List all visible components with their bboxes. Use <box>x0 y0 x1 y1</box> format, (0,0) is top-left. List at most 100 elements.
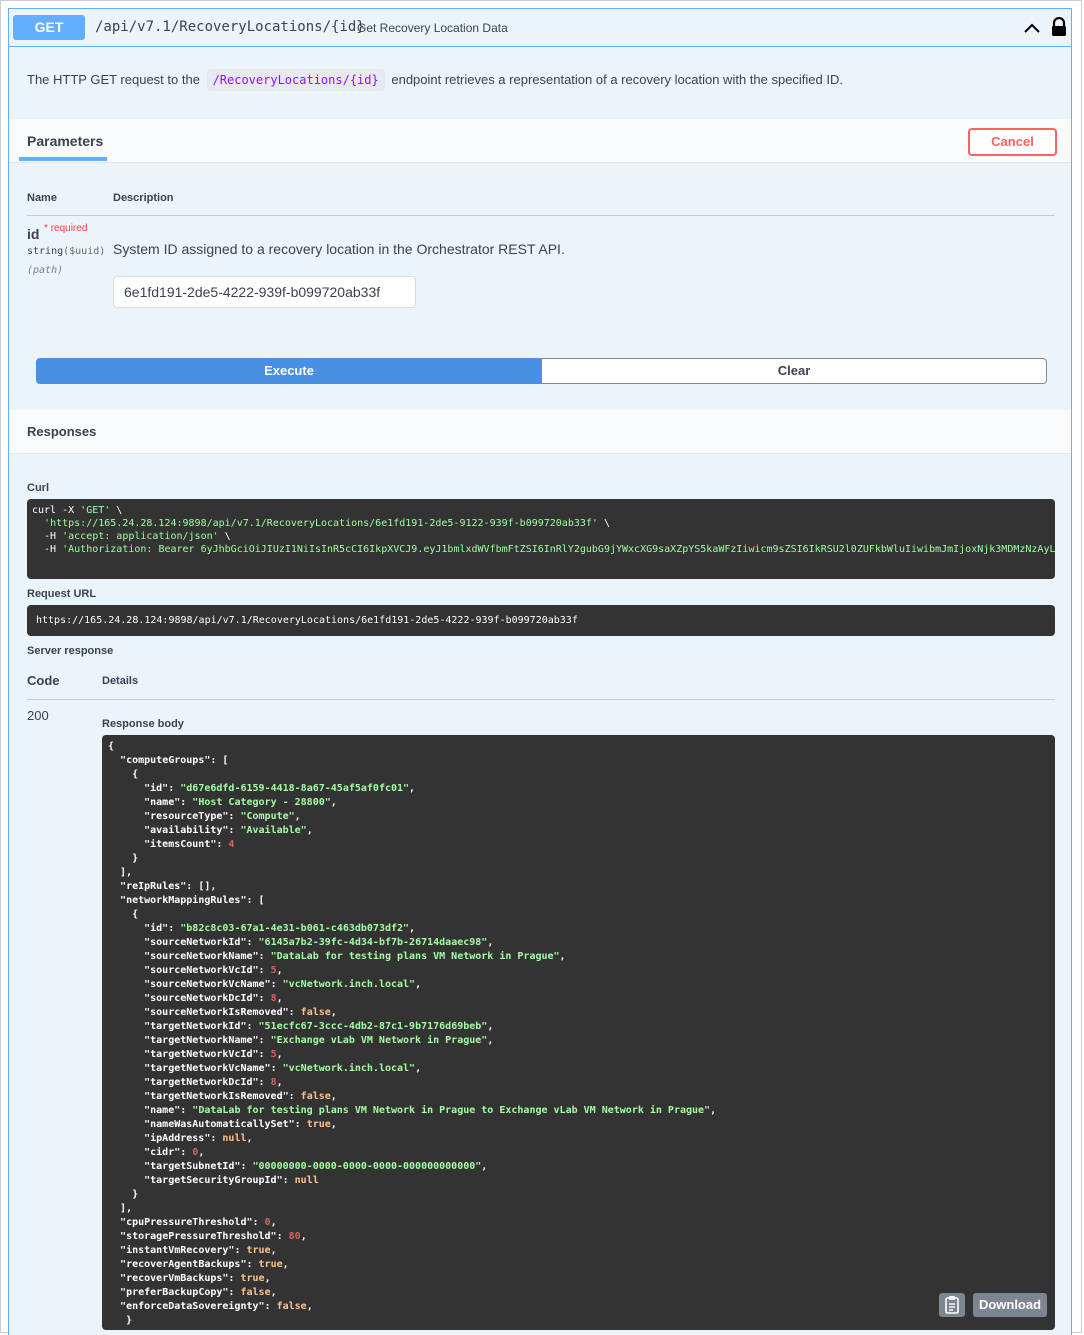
response-body[interactable]: { "computeGroups": [ { "id": "d67e6dfd-6… <box>102 735 1055 1330</box>
operation-summary[interactable]: GET /api/v7.1/RecoveryLocations/{id} Get… <box>9 9 1071 47</box>
json-punct: , <box>415 1063 422 1074</box>
json-literal: true <box>246 1245 271 1256</box>
param-type: string($uuid) <box>27 246 105 257</box>
json-line: "targetNetworkVcName": "vcNetwork.inch.l… <box>108 1062 1049 1076</box>
json-line: "targetNetworkIsRemoved": false, <box>108 1090 1049 1104</box>
json-string: "vcNetwork.inch.local" <box>282 979 416 990</box>
json-punct: : <box>246 937 259 948</box>
json-punct: , <box>330 797 337 808</box>
json-punct <box>108 1077 144 1088</box>
status-code: 200 <box>27 708 49 723</box>
json-line: "cpuPressureThreshold": 0, <box>108 1216 1049 1230</box>
json-punct <box>108 1245 120 1256</box>
copy-button[interactable] <box>939 1293 965 1317</box>
json-punct: , <box>487 937 494 948</box>
json-punct: , <box>264 1273 271 1284</box>
chevron-up-icon[interactable] <box>1022 18 1042 38</box>
json-punct <box>108 825 144 836</box>
json-line: "recoverAgentBackups": true, <box>108 1258 1049 1272</box>
curl-block[interactable]: curl -X 'GET' \ 'https://165.24.28.124:9… <box>27 499 1055 579</box>
json-number: 80 <box>288 1231 301 1242</box>
execute-button[interactable]: Execute <box>36 358 542 384</box>
download-button[interactable]: Download <box>973 1293 1047 1317</box>
json-line: "name": "DataLab for testing plans VM Ne… <box>108 1104 1049 1118</box>
json-key: "targetNetworkId" <box>144 1021 247 1032</box>
json-string: "Host Category - 28800" <box>192 797 331 808</box>
json-line: "targetNetworkId": "51ecfc67-3ccc-4db2-8… <box>108 1020 1049 1034</box>
json-punct: : <box>276 1231 289 1242</box>
json-punct <box>108 1175 144 1186</box>
json-line: "instantVmRecovery": true, <box>108 1244 1049 1258</box>
json-punct: , <box>487 1035 494 1046</box>
json-punct <box>108 1007 144 1018</box>
json-punct: , <box>294 811 301 822</box>
json-punct: : <box>180 797 193 808</box>
json-string: "b82c8c03-67a1-4e31-b061-c463db073df2" <box>180 923 410 934</box>
json-punct: , <box>246 1133 253 1144</box>
json-punct: : <box>258 1049 271 1060</box>
json-key: "recoverAgentBackups" <box>120 1259 247 1270</box>
curl-line: 'https://165.24.28.124:9898/api/v7.1/Rec… <box>32 517 1050 530</box>
json-line: "availability": "Available", <box>108 824 1049 838</box>
json-punct: : [], <box>186 881 217 892</box>
json-key: "targetNetworkVcName" <box>144 1063 271 1074</box>
json-line: } <box>108 1314 1049 1328</box>
json-punct <box>108 1147 144 1158</box>
json-line: "nameWasAutomaticallySet": true, <box>108 1118 1049 1132</box>
tab-parameters[interactable]: Parameters <box>27 133 103 149</box>
json-punct <box>108 1063 144 1074</box>
json-punct <box>108 1161 144 1172</box>
json-punct: : <box>216 839 229 850</box>
json-punct: , <box>270 1245 277 1256</box>
json-punct <box>108 951 144 962</box>
curl-string: 'https://165.24.28.124:9898/api/v7.1/Rec… <box>44 518 598 529</box>
parameters-divider <box>27 215 1055 216</box>
json-key: "targetNetworkIsRemoved" <box>144 1091 289 1102</box>
json-line: "cidr": 0, <box>108 1146 1049 1160</box>
curl-label: Curl <box>27 482 49 494</box>
json-line: "targetSecurityGroupId": null <box>108 1174 1049 1188</box>
json-key: "id" <box>144 783 169 794</box>
clipboard-icon <box>945 1296 959 1314</box>
col-name-header: Name <box>27 192 57 204</box>
json-string: "Available" <box>240 825 307 836</box>
cancel-button[interactable]: Cancel <box>968 128 1057 156</box>
json-string: "Exchange vLab VM Network in Prague" <box>270 1035 488 1046</box>
json-string: "Compute" <box>240 811 295 822</box>
param-type-name: string <box>27 246 64 257</box>
json-key: "ipAddress" <box>144 1133 211 1144</box>
method-badge: GET <box>13 15 85 40</box>
json-line: } <box>108 852 1049 866</box>
json-punct: : [ <box>246 895 265 906</box>
json-string: "6145a7b2-39fc-4d34-bf7b-26714daaec98" <box>258 937 488 948</box>
json-key: "sourceNetworkVcId" <box>144 965 259 976</box>
json-punct <box>108 1217 120 1228</box>
json-punct <box>108 993 144 1004</box>
json-key: "networkMappingRules" <box>120 895 247 906</box>
json-punct: : <box>168 923 181 934</box>
json-punct: , <box>282 1259 289 1270</box>
json-punct <box>108 923 144 934</box>
clear-button[interactable]: Clear <box>541 358 1047 384</box>
request-url-block[interactable]: https://165.24.28.124:9898/api/v7.1/Reco… <box>27 605 1055 636</box>
json-key: "targetNetworkName" <box>144 1035 259 1046</box>
json-line: { <box>108 740 1049 754</box>
json-key: "targetNetworkVcId" <box>144 1049 259 1060</box>
lock-icon[interactable] <box>1050 17 1068 37</box>
json-punct <box>108 1231 120 1242</box>
json-punct: , <box>330 1091 337 1102</box>
json-line: "id": "d67e6dfd-6159-4418-8a67-45af5af0f… <box>108 782 1049 796</box>
response-body-label: Response body <box>102 718 184 730</box>
json-punct: , <box>559 951 566 962</box>
json-punct <box>108 1133 144 1144</box>
json-punct <box>108 1119 144 1130</box>
id-input[interactable] <box>113 276 416 308</box>
json-punct: , <box>415 979 422 990</box>
curl-string: 'accept: application/json' <box>62 531 219 542</box>
request-url-label: Request URL <box>27 588 97 600</box>
json-punct <box>108 1259 120 1270</box>
json-punct: : <box>264 1301 277 1312</box>
json-punct: : <box>228 1273 241 1284</box>
json-punct: ], <box>108 867 133 878</box>
json-line: "sourceNetworkIsRemoved": false, <box>108 1006 1049 1020</box>
